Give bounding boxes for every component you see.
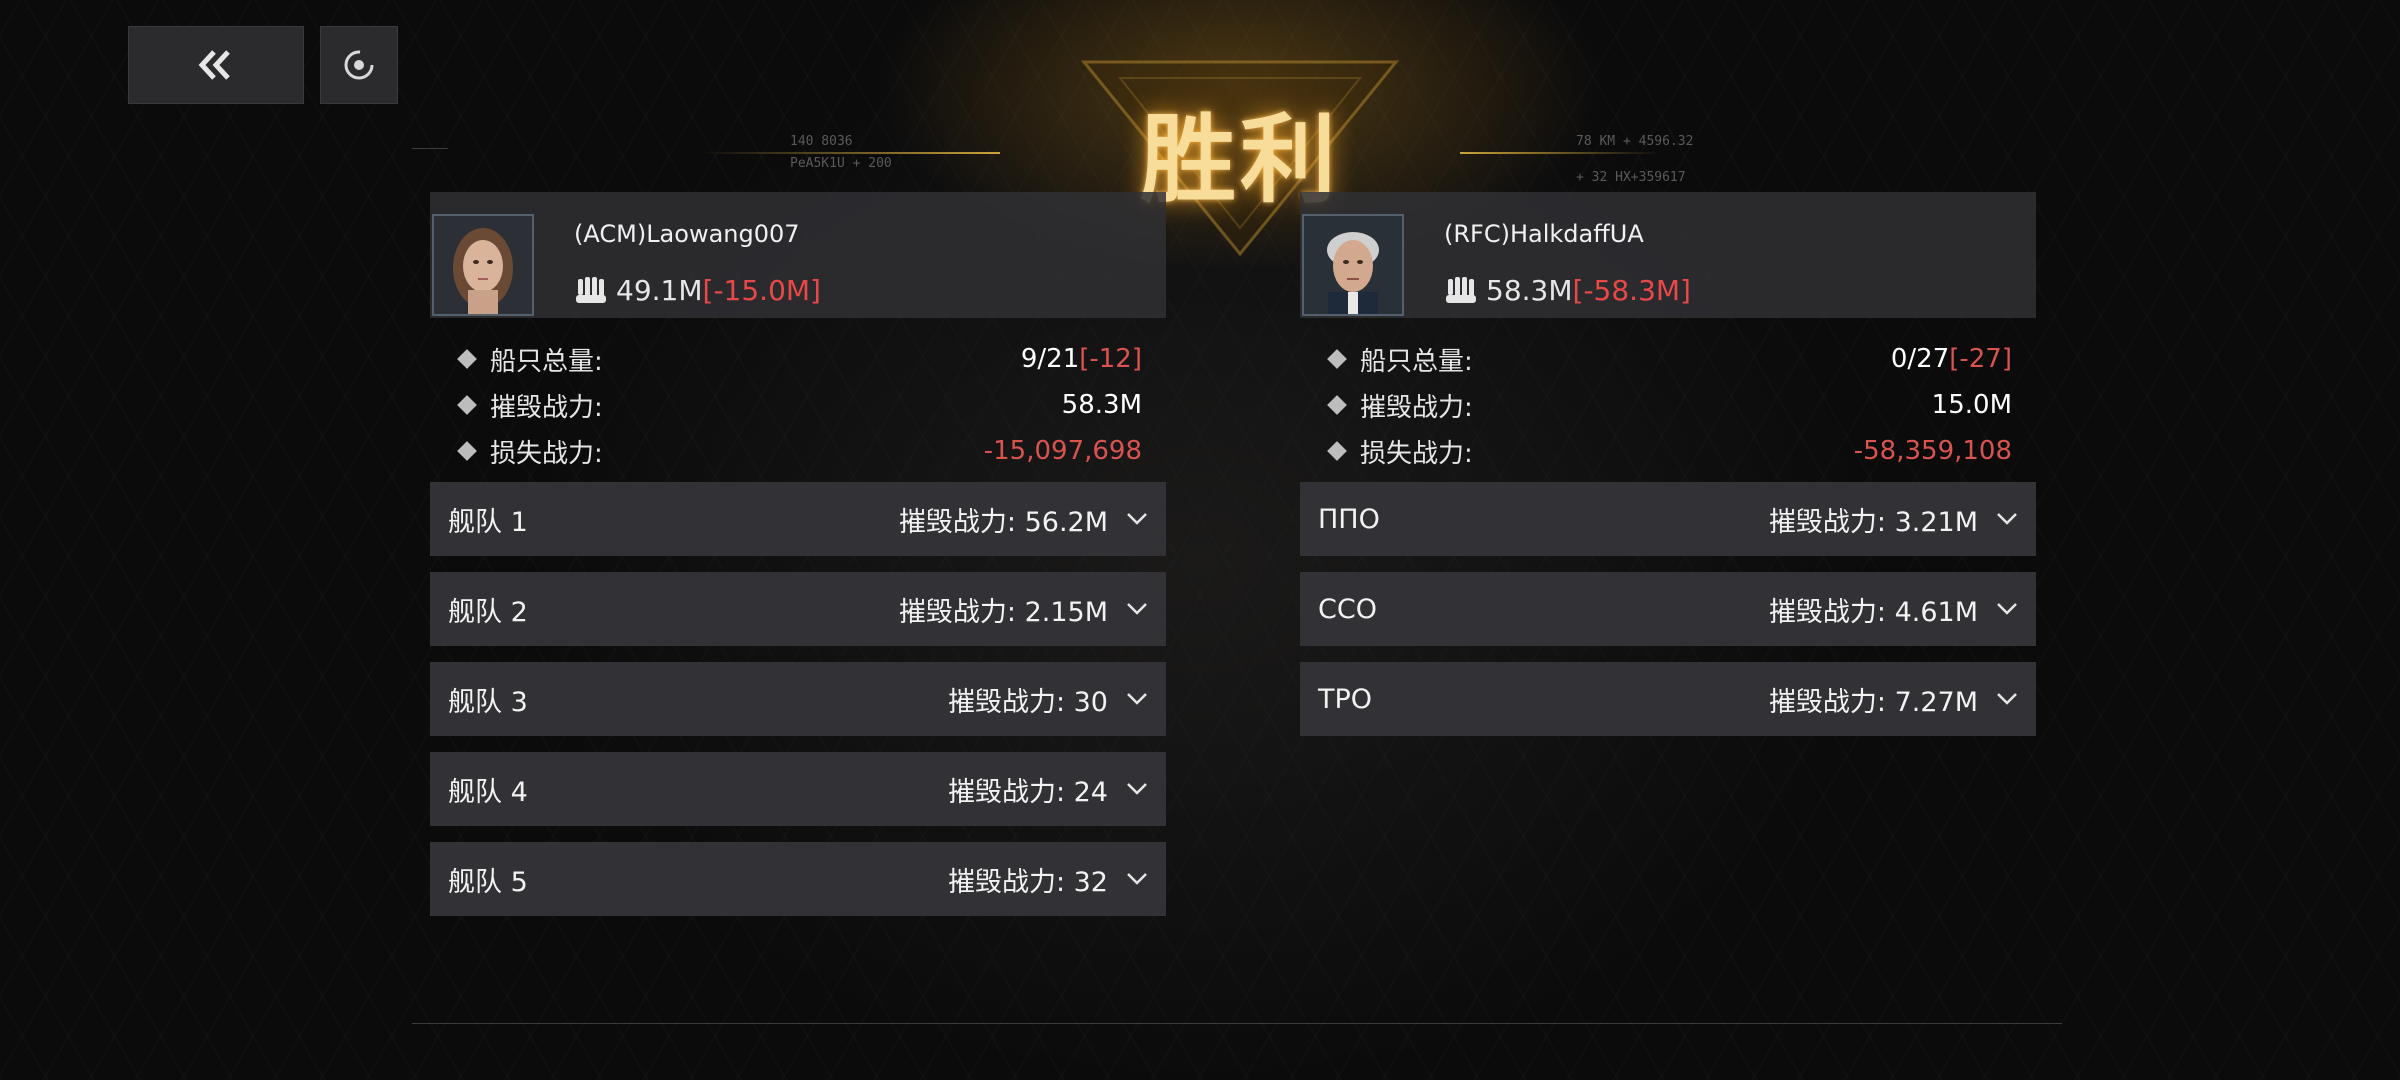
female-portrait-icon bbox=[434, 216, 532, 314]
deco-text-right-1: 78 KM + 4596.32 bbox=[1576, 134, 1694, 149]
avatar[interactable] bbox=[1302, 214, 1404, 316]
fleet-kill: 摧毁战力: 56.2M bbox=[898, 506, 1108, 538]
stat-lost: 损失战力: -58,359,108 bbox=[1327, 428, 2012, 474]
fleet-name: TPO bbox=[1318, 683, 1373, 715]
bottom-frame-line bbox=[412, 1023, 2062, 1024]
diamond-bullet-icon bbox=[1327, 395, 1347, 415]
stat-delta: [-12] bbox=[1079, 344, 1142, 374]
stat-delta: [-27] bbox=[1949, 344, 2012, 374]
fleet-row[interactable]: 舰队 1 摧毁战力: 56.2M bbox=[430, 482, 1166, 556]
player-power: 49.1M [-15.0M] bbox=[574, 274, 821, 307]
stat-label: 摧毁战力: bbox=[490, 392, 603, 423]
fleet-row[interactable]: 舰队 4 摧毁战力: 24 bbox=[430, 752, 1166, 826]
fleet-name: CCO bbox=[1318, 593, 1377, 625]
stat-lost: 损失战力: -15,097,698 bbox=[457, 428, 1142, 474]
stat-destroyed: 摧毁战力: 15.0M bbox=[1327, 382, 2012, 428]
fleet-kill: 摧毁战力: 3.21M bbox=[1768, 506, 1978, 538]
fleet-name: 舰队 2 bbox=[448, 596, 528, 628]
stat-value: 15.0M bbox=[1931, 390, 2012, 420]
player-header: (RFC)HalkdaffUA 58.3M [-58.3M] bbox=[1300, 192, 2036, 318]
diamond-bullet-icon bbox=[457, 441, 477, 461]
fleet-row[interactable]: 舰队 2 摧毁战力: 2.15M bbox=[430, 572, 1166, 646]
fist-icon bbox=[1446, 276, 1476, 303]
chevron-down-icon bbox=[1997, 603, 2017, 615]
diamond-bullet-icon bbox=[457, 395, 477, 415]
fleet-row[interactable]: 舰队 3 摧毁战力: 30 bbox=[430, 662, 1166, 736]
stat-label: 船只总量: bbox=[1360, 346, 1473, 377]
fleet-name: 舰队 4 bbox=[448, 776, 528, 808]
diamond-bullet-icon bbox=[1327, 441, 1347, 461]
player-panel-left: (ACM)Laowang007 49.1M [-15.0M] 船只总量: 9/2… bbox=[430, 192, 1166, 932]
deco-text-right-2: + 32 HX+359617 bbox=[1576, 170, 1686, 185]
stat-value: 58.3M bbox=[1061, 390, 1142, 420]
stat-label: 损失战力: bbox=[490, 438, 603, 469]
stat-delta: -58,359,108 bbox=[1853, 436, 2012, 466]
power-delta: [-58.3M] bbox=[1572, 274, 1691, 307]
back-button[interactable] bbox=[128, 26, 304, 104]
chevron-down-icon bbox=[1127, 783, 1147, 795]
stats-list: 船只总量: 0/27 [-27] 摧毁战力: 15.0M 损失战力: -58,3… bbox=[1300, 318, 2036, 474]
fleet-name: 舰队 3 bbox=[448, 686, 528, 718]
stat-value: 9/21 bbox=[1020, 344, 1080, 374]
chevron-down-icon bbox=[1127, 603, 1147, 615]
replay-icon bbox=[344, 50, 374, 80]
top-frame-line-left bbox=[412, 148, 448, 149]
stats-list: 船只总量: 9/21 [-12] 摧毁战力: 58.3M 损失战力: -15,0… bbox=[430, 318, 1166, 474]
chevron-down-icon bbox=[1127, 513, 1147, 525]
stat-value: 0/27 bbox=[1890, 344, 1950, 374]
diamond-bullet-icon bbox=[457, 349, 477, 369]
chevron-down-icon bbox=[1997, 693, 2017, 705]
fleet-name: 舰队 1 bbox=[448, 506, 528, 538]
fleet-kill: 摧毁战力: 4.61M bbox=[1768, 596, 1978, 628]
fleet-kill: 摧毁战力: 24 bbox=[947, 776, 1108, 808]
fleet-kill: 摧毁战力: 30 bbox=[947, 686, 1108, 718]
deco-text-left-1: 140 8036 bbox=[790, 134, 853, 149]
title-deco-right bbox=[1460, 152, 1660, 154]
chevron-down-icon bbox=[1127, 693, 1147, 705]
avatar[interactable] bbox=[432, 214, 534, 316]
fleet-kill: 摧毁战力: 7.27M bbox=[1768, 686, 1978, 718]
stat-ships: 船只总量: 0/27 [-27] bbox=[1327, 336, 2012, 382]
player-name: (ACM)Laowang007 bbox=[574, 220, 800, 248]
stat-label: 损失战力: bbox=[1360, 438, 1473, 469]
title-deco-left bbox=[700, 152, 1000, 154]
power-delta: [-15.0M] bbox=[702, 274, 821, 307]
replay-button[interactable] bbox=[320, 26, 398, 104]
stat-label: 摧毁战力: bbox=[1360, 392, 1473, 423]
power-value: 49.1M bbox=[616, 274, 703, 307]
chevron-down-icon bbox=[1127, 873, 1147, 885]
stat-delta: -15,097,698 bbox=[983, 436, 1142, 466]
fleet-row[interactable]: 舰队 5 摧毁战力: 32 bbox=[430, 842, 1166, 916]
fleet-list: 舰队 1 摧毁战力: 56.2M 舰队 2 摧毁战力: 2.15M 舰队 3 摧… bbox=[430, 482, 1166, 916]
player-name: (RFC)HalkdaffUA bbox=[1444, 220, 1644, 248]
fleet-kill: 摧毁战力: 32 bbox=[947, 866, 1108, 898]
fist-icon bbox=[576, 276, 606, 303]
stat-ships: 船只总量: 9/21 [-12] bbox=[457, 336, 1142, 382]
male-portrait-icon bbox=[1304, 216, 1402, 314]
power-value: 58.3M bbox=[1486, 274, 1573, 307]
player-header: (ACM)Laowang007 49.1M [-15.0M] bbox=[430, 192, 1166, 318]
deco-text-left-2: PeA5K1U + 200 bbox=[790, 156, 892, 171]
fleet-kill: 摧毁战力: 2.15M bbox=[898, 596, 1108, 628]
fleet-name: 舰队 5 bbox=[448, 866, 528, 898]
fleet-name: ППО bbox=[1318, 503, 1380, 535]
fleet-list: ППО 摧毁战力: 3.21M CCO 摧毁战力: 4.61M TPO 摧毁战力… bbox=[1300, 482, 2036, 736]
double-chevron-left-icon bbox=[198, 50, 230, 80]
stat-label: 船只总量: bbox=[490, 346, 603, 377]
player-power: 58.3M [-58.3M] bbox=[1444, 274, 1691, 307]
player-panel-right: (RFC)HalkdaffUA 58.3M [-58.3M] 船只总量: 0/2… bbox=[1300, 192, 2036, 752]
fleet-row[interactable]: CCO 摧毁战力: 4.61M bbox=[1300, 572, 2036, 646]
fleet-row[interactable]: TPO 摧毁战力: 7.27M bbox=[1300, 662, 2036, 736]
diamond-bullet-icon bbox=[1327, 349, 1347, 369]
chevron-down-icon bbox=[1997, 513, 2017, 525]
stat-destroyed: 摧毁战力: 58.3M bbox=[457, 382, 1142, 428]
fleet-row[interactable]: ППО 摧毁战力: 3.21M bbox=[1300, 482, 2036, 556]
